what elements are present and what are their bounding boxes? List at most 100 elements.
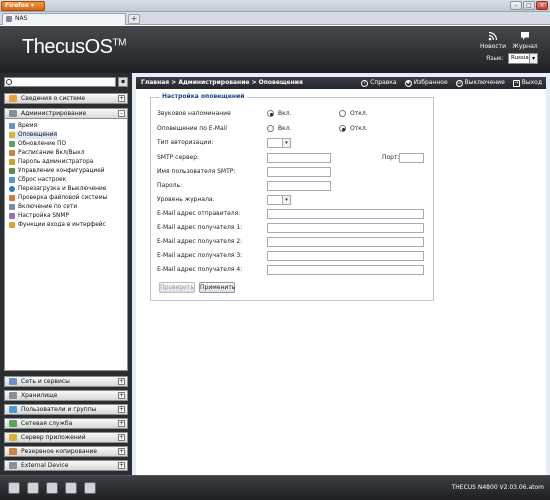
- news-link[interactable]: Новости: [478, 31, 508, 50]
- log-level-select[interactable]: [267, 195, 283, 205]
- sender-email-input[interactable]: [267, 209, 424, 219]
- browser-titlebar: Firefox ▾ – □ ×: [0, 0, 550, 12]
- breadcrumb[interactable]: Главная > Администрирование > Оповещения: [141, 77, 303, 89]
- sidebar-group-external-device[interactable]: External Device +: [4, 460, 128, 471]
- beep-off-label: Откл.: [350, 110, 368, 117]
- journal-link[interactable]: Журнал: [510, 31, 540, 50]
- service-icon: [9, 420, 17, 427]
- recycle-icon[interactable]: [65, 482, 77, 494]
- sidebar-item-wake-on-lan[interactable]: Включение по сети: [9, 203, 77, 211]
- maximize-icon[interactable]: □: [523, 1, 535, 10]
- firefox-menu-label: Firefox: [5, 2, 29, 9]
- beep-on-radio[interactable]: [267, 110, 274, 117]
- power-icon: [9, 186, 15, 192]
- sidebar-group-system-info[interactable]: Сведения о системе +: [4, 93, 128, 104]
- smtp-server-label: SMTP сервер:: [157, 154, 200, 161]
- beep-label: Звуковое напоминание: [157, 110, 231, 117]
- sidebar-group-storage[interactable]: Хранилище +: [4, 390, 128, 401]
- password-input[interactable]: [267, 181, 331, 191]
- calendar-icon: [9, 150, 15, 156]
- recipient-1-label: E-Mail адрес получателя 1:: [157, 224, 243, 231]
- sidebar-group-users-groups[interactable]: Пользователи и группы +: [4, 404, 128, 415]
- group-label: Администрирование: [21, 110, 87, 117]
- network-icon: [9, 204, 15, 210]
- admin-submenu: Время Оповещения Обновление ПО Расписани…: [4, 119, 128, 371]
- sidebar-group-network-services[interactable]: Сеть и сервисы +: [4, 376, 128, 387]
- rss-icon: [488, 31, 498, 41]
- auth-type-select[interactable]: [267, 138, 283, 148]
- chevron-down-icon[interactable]: ▾: [282, 138, 291, 148]
- sidebar-item-label: Перезагрузка и Выключение: [18, 186, 107, 192]
- recipient-3-input[interactable]: [267, 251, 424, 261]
- disk-icon[interactable]: [27, 482, 39, 494]
- sidebar-item-label: Сброс настроек: [18, 177, 67, 183]
- close-icon[interactable]: ×: [536, 1, 548, 10]
- new-tab-button[interactable]: +: [128, 14, 140, 24]
- logout-link[interactable]: → Выход: [512, 77, 542, 89]
- favorites-link[interactable]: ♥ Избранное: [404, 77, 448, 89]
- notification-settings-fieldset: Настройка оповещений Звуковое напоминани…: [150, 93, 434, 301]
- shutdown-link[interactable]: ⏻ Выключение: [455, 77, 505, 89]
- update-icon: [9, 141, 15, 147]
- sidebar-group-app-server[interactable]: Сервер приложений +: [4, 432, 128, 443]
- sidebar-group-backup[interactable]: Резервное копирование +: [4, 446, 128, 457]
- chevron-down-icon[interactable]: ▾: [282, 195, 291, 205]
- recipient-4-label: E-Mail адрес получателя 4:: [157, 266, 243, 273]
- recipient-3-label: E-Mail адрес получателя 3:: [157, 252, 243, 259]
- settings-icon[interactable]: [46, 482, 58, 494]
- taskbar: THECUS N4800 V2.03.06.atom: [0, 475, 550, 500]
- window-controls: – □ ×: [510, 1, 548, 11]
- group-label: Сведения о системе: [21, 95, 86, 102]
- smtp-user-input[interactable]: [267, 167, 331, 177]
- browser-tab-nas[interactable]: NAS: [2, 13, 126, 25]
- storage-icon: [9, 392, 17, 399]
- log-level-label: Уровень журнала:: [157, 196, 215, 203]
- group-label: Резервное копирование: [21, 448, 98, 455]
- recipient-2-input[interactable]: [267, 237, 424, 247]
- sidebar-item-label: Пароль администратора: [18, 159, 94, 165]
- port-input[interactable]: [399, 153, 424, 163]
- sidebar-item-label: Обновление ПО: [18, 141, 67, 147]
- sidebar-group-administration[interactable]: Администрирование –: [4, 108, 128, 119]
- sidebar-group-network-service[interactable]: Сетевая служба +: [4, 418, 128, 429]
- sidebar-item-reboot-shutdown[interactable]: Перезагрузка и Выключение: [9, 185, 106, 193]
- email-on-radio[interactable]: [267, 125, 274, 132]
- sidebar-item-label: Настройка SNMP: [18, 213, 69, 219]
- sidebar-item-ui-login[interactable]: Функции входа в интерфейс: [9, 221, 106, 229]
- chevron-down-icon[interactable]: ▾: [529, 53, 538, 64]
- language-label: Язык:: [486, 55, 504, 62]
- fieldset-legend: Настройка оповещений: [159, 93, 248, 100]
- monitor-icon[interactable]: [8, 482, 20, 494]
- sidebar-item-config-management[interactable]: Управление конфигурацией: [9, 167, 105, 175]
- group-label: External Device: [21, 462, 69, 469]
- sidebar-item-time[interactable]: Время: [9, 122, 37, 130]
- email-off-radio[interactable]: [339, 125, 346, 132]
- smtp-server-input[interactable]: [267, 153, 331, 163]
- disk-check-icon: [9, 195, 15, 201]
- recipient-4-input[interactable]: [267, 265, 424, 275]
- firefox-menu-button[interactable]: Firefox ▾: [1, 1, 45, 11]
- network-icon: [9, 378, 17, 385]
- recipient-1-input[interactable]: [267, 223, 424, 233]
- thecus-logo: ThecusOSTM: [22, 36, 126, 59]
- beep-off-radio[interactable]: [339, 110, 346, 117]
- help-link[interactable]: ? Справка: [361, 77, 397, 89]
- test-button[interactable]: Проверить: [159, 282, 195, 293]
- logo-tm: TM: [112, 37, 126, 49]
- minimize-icon[interactable]: –: [510, 1, 522, 10]
- sidebar-item-power-schedule[interactable]: Расписание Вкл/Выкл: [9, 149, 84, 157]
- search-clear-button[interactable]: ▪: [118, 77, 128, 87]
- sidebar-item-filesystem-check[interactable]: Проверка файловой системы: [9, 194, 107, 202]
- apply-button[interactable]: Применить: [199, 282, 235, 293]
- firmware-status: THECUS N4800 V2.03.06.atom: [451, 484, 544, 491]
- shutdown-label: Выключение: [464, 79, 505, 86]
- sidebar-item-firmware-update[interactable]: Обновление ПО: [9, 140, 66, 148]
- network-tree-icon[interactable]: [84, 482, 96, 494]
- sidebar-item-factory-reset[interactable]: Сброс настроек: [9, 176, 66, 184]
- sidebar-item-admin-password[interactable]: Пароль администратора: [9, 158, 93, 166]
- browser-tabbar: NAS +: [0, 12, 550, 25]
- sidebar-item-notifications[interactable]: Оповещения: [9, 131, 57, 139]
- sidebar-item-snmp[interactable]: Настройка SNMP: [9, 212, 69, 220]
- help-icon: ?: [361, 79, 369, 87]
- search-input[interactable]: [4, 77, 116, 87]
